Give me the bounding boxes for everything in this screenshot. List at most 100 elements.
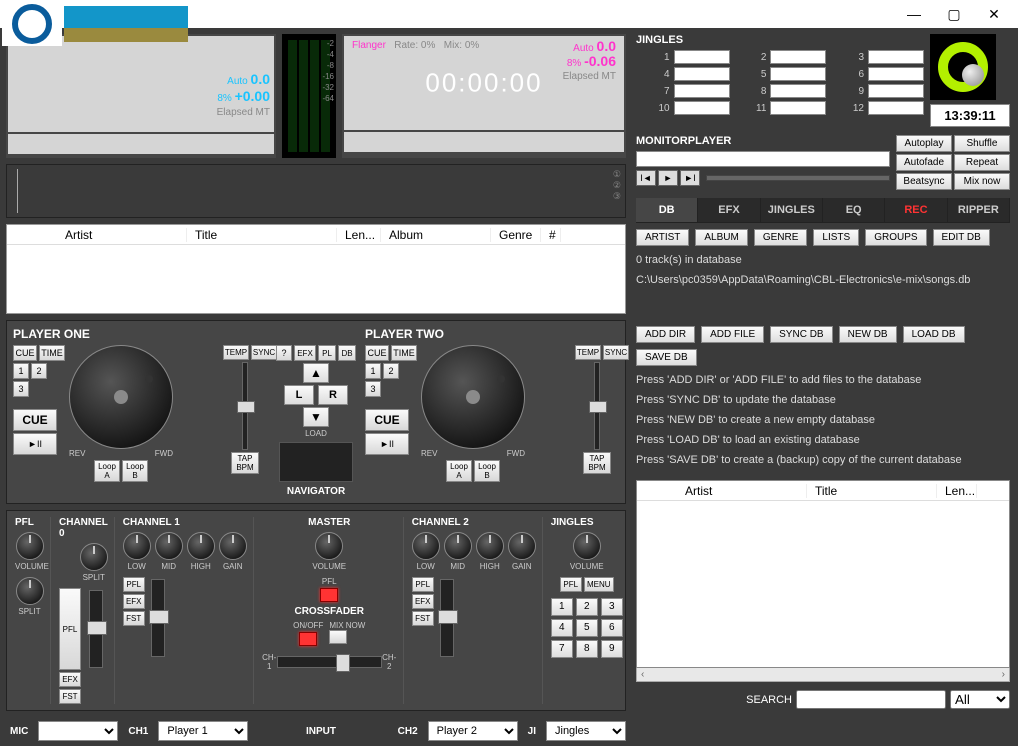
db-filter-genre[interactable]: GENRE — [754, 229, 808, 246]
ch1-gain[interactable] — [219, 532, 247, 560]
nav-db[interactable]: DB — [338, 345, 356, 361]
jingle-slot-10[interactable] — [674, 101, 730, 115]
mode-beatsync[interactable]: Beatsync — [896, 173, 952, 190]
jingle-pad-1[interactable]: 1 — [551, 598, 573, 616]
p1-jogwheel[interactable] — [69, 345, 173, 449]
jingle-pad-2[interactable]: 2 — [576, 598, 598, 616]
ch0-fst[interactable]: FST — [59, 689, 81, 704]
nav-right[interactable]: R — [318, 385, 348, 405]
monitor-next[interactable]: ►I — [680, 170, 700, 186]
tab-db[interactable]: DB — [636, 198, 698, 222]
col-genre[interactable]: Genre — [491, 228, 541, 242]
db-edit[interactable]: EDIT DB — [933, 229, 990, 246]
window-maximize[interactable]: ▢ — [934, 2, 974, 26]
dbcol-title[interactable]: Title — [807, 484, 937, 498]
col-title[interactable]: Title — [187, 228, 337, 242]
db-add-dir[interactable]: ADD DIR — [636, 326, 695, 343]
window-close[interactable]: ✕ — [974, 2, 1014, 26]
p2-loop-b[interactable]: Loop B — [474, 460, 500, 482]
nav-help[interactable]: ? — [276, 345, 292, 361]
mic-select[interactable] — [38, 721, 118, 741]
p1-time-toggle[interactable]: TIME — [39, 345, 65, 361]
pfl-volume-knob[interactable] — [16, 532, 44, 560]
search-scope[interactable]: All — [950, 690, 1010, 709]
jingle-slot-6[interactable] — [868, 67, 924, 81]
jingle-slot-5[interactable] — [770, 67, 826, 81]
p2-sync[interactable]: SYNC — [603, 345, 629, 360]
col-len[interactable]: Len... — [337, 228, 381, 242]
nav-left[interactable]: L — [284, 385, 314, 405]
db-new[interactable]: NEW DB — [839, 326, 897, 343]
pfl-split-knob[interactable] — [16, 577, 44, 605]
jingle-pad-5[interactable]: 5 — [576, 619, 598, 637]
ch2-high[interactable] — [476, 532, 504, 560]
mode-mixnow[interactable]: Mix now — [954, 173, 1010, 190]
p2-cue-button[interactable]: CUE — [365, 409, 409, 431]
mode-repeat[interactable]: Repeat — [954, 154, 1010, 171]
db-filter-artist[interactable]: ARTIST — [636, 229, 689, 246]
p2-temp[interactable]: TEMP — [575, 345, 601, 360]
p1-cue-toggle[interactable]: CUE — [13, 345, 37, 361]
p2-pitch-slider[interactable] — [594, 362, 600, 450]
jingle-slot-4[interactable] — [674, 67, 730, 81]
db-add-file[interactable]: ADD FILE — [701, 326, 764, 343]
jingle-slot-1[interactable] — [674, 50, 730, 64]
p1-tap-bpm[interactable]: TAP BPM — [231, 452, 259, 474]
ch0-split-knob[interactable] — [80, 543, 108, 571]
ch2-gain[interactable] — [508, 532, 536, 560]
p2-play-button[interactable]: ►II — [365, 433, 409, 455]
db-sync[interactable]: SYNC DB — [770, 326, 832, 343]
jingle-pad-3[interactable]: 3 — [601, 598, 623, 616]
p1-hotcue-3[interactable]: 3 — [13, 381, 29, 397]
p1-cue-button[interactable]: CUE — [13, 409, 57, 431]
jingle-slot-9[interactable] — [868, 84, 924, 98]
p2-jogwheel[interactable] — [421, 345, 525, 449]
mode-autofade[interactable]: Autofade — [896, 154, 952, 171]
mode-shuffle[interactable]: Shuffle — [954, 135, 1010, 152]
master-pfl[interactable] — [320, 588, 338, 602]
ch0-pfl[interactable]: PFL — [59, 588, 81, 670]
jingles-menu[interactable]: MENU — [584, 577, 614, 592]
jingles-volume[interactable] — [573, 532, 601, 560]
ch2-efx[interactable]: EFX — [412, 594, 434, 609]
ch1-high[interactable] — [187, 532, 215, 560]
nav-pl[interactable]: PL — [318, 345, 336, 361]
xf-mixnow[interactable] — [329, 630, 347, 644]
xf-onoff[interactable] — [299, 632, 317, 646]
monitor-seek[interactable] — [706, 175, 890, 181]
col-num[interactable]: # — [541, 228, 561, 242]
search-input[interactable] — [796, 690, 946, 709]
p1-loop-b[interactable]: Loop B — [122, 460, 148, 482]
db-hscroll[interactable]: ‹ › — [636, 668, 1010, 682]
tab-jingles[interactable]: JINGLES — [761, 198, 823, 222]
db-load[interactable]: LOAD DB — [903, 326, 965, 343]
ch2-fst[interactable]: FST — [412, 611, 434, 626]
db-filter-groups[interactable]: GROUPS — [865, 229, 926, 246]
tab-rec[interactable]: REC — [885, 198, 947, 222]
master-volume[interactable] — [315, 532, 343, 560]
waveform-overview[interactable]: ①②③ — [6, 164, 626, 218]
ch1-pfl[interactable]: PFL — [123, 577, 145, 592]
ch1-fst[interactable]: FST — [123, 611, 145, 626]
ch1-select[interactable]: Player 1 — [158, 721, 248, 741]
playlist-table[interactable]: Artist Title Len... Album Genre # — [6, 224, 626, 314]
p2-loop-a[interactable]: Loop A — [446, 460, 472, 482]
p1-play-button[interactable]: ►II — [13, 433, 57, 455]
p1-pitch-slider[interactable] — [242, 362, 248, 450]
tab-efx[interactable]: EFX — [698, 198, 760, 222]
nav-up[interactable]: ▲ — [303, 363, 329, 383]
ch0-fader[interactable] — [89, 590, 103, 668]
ch2-mid[interactable] — [444, 532, 472, 560]
col-artist[interactable]: Artist — [57, 228, 187, 242]
ch1-low[interactable] — [123, 532, 151, 560]
p1-hotcue-2[interactable]: 2 — [31, 363, 47, 379]
ch0-efx[interactable]: EFX — [59, 672, 81, 687]
jingles-select[interactable]: Jingles — [546, 721, 626, 741]
dbcol-len[interactable]: Len... — [937, 484, 977, 498]
nav-down[interactable]: ▼ — [303, 407, 329, 427]
p2-cue-toggle[interactable]: CUE — [365, 345, 389, 361]
p2-hotcue-1[interactable]: 1 — [365, 363, 381, 379]
crossfader[interactable] — [277, 656, 382, 668]
p1-temp[interactable]: TEMP — [223, 345, 249, 360]
ch2-low[interactable] — [412, 532, 440, 560]
